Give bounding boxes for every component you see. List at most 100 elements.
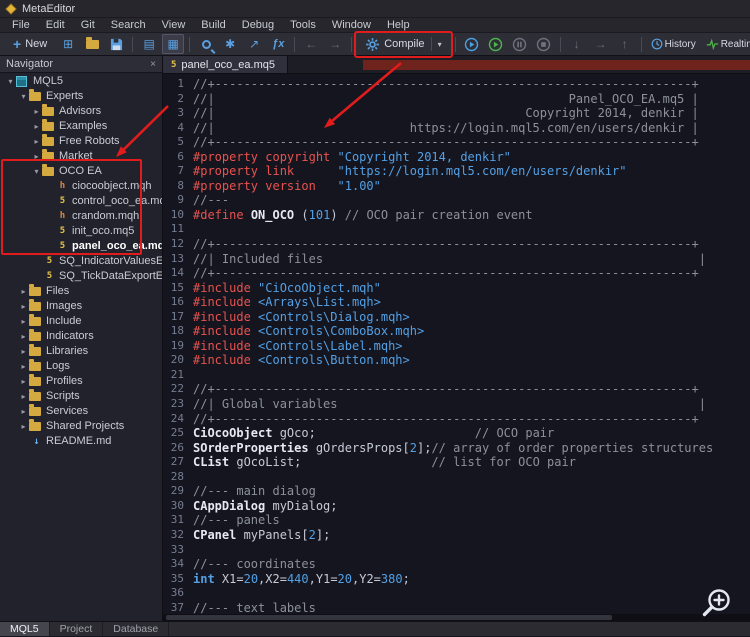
back-button[interactable]: ←	[300, 34, 322, 54]
scrollbar-thumb[interactable]	[166, 615, 613, 620]
expand-icon[interactable]: ▸	[31, 149, 42, 164]
tree-item-control-oco-ea-mq5[interactable]: 5 control_oco_ea.mq5	[0, 194, 162, 209]
code-line-15[interactable]: 15 #include "CiOcoObject.mqh"	[165, 281, 750, 296]
code-line-28[interactable]: 28	[165, 470, 750, 485]
close-icon[interactable]: ×	[150, 59, 156, 70]
menu-view[interactable]: View	[154, 18, 194, 33]
code-line-31[interactable]: 31 //--- panels	[165, 513, 750, 528]
code-line-25[interactable]: 25 CiOcoObject gOco; // OCO pair	[165, 426, 750, 441]
history-button[interactable]: History	[647, 34, 700, 54]
tree-item-examples[interactable]: ▸ Examples	[0, 119, 162, 134]
expand-icon[interactable]: ▸	[18, 389, 29, 404]
step-over-button[interactable]: →	[590, 34, 612, 54]
styler-button[interactable]: ✱	[219, 34, 241, 54]
goto-button[interactable]: ↗	[243, 34, 265, 54]
tree-item-experts[interactable]: ▾ Experts	[0, 89, 162, 104]
code-line-33[interactable]: 33	[165, 543, 750, 558]
code-line-6[interactable]: 6 #property copyright "Copyright 2014, de…	[165, 150, 750, 165]
code-line-9[interactable]: 9 //---	[165, 193, 750, 208]
tree-item-logs[interactable]: ▸ Logs	[0, 359, 162, 374]
code-line-10[interactable]: 10 #define ON_OCO (101) // OCO pair creat…	[165, 208, 750, 223]
tree-item-free-robots[interactable]: ▸ Free Robots	[0, 134, 162, 149]
new-project-button[interactable]: ⊞	[57, 34, 79, 54]
search-button[interactable]	[195, 34, 217, 54]
debug-start-button[interactable]	[461, 34, 483, 54]
expand-icon[interactable]: ▸	[18, 344, 29, 359]
expand-icon[interactable]: ▸	[18, 359, 29, 374]
expand-icon[interactable]: ▸	[18, 419, 29, 434]
menu-edit[interactable]: Edit	[38, 18, 73, 33]
forward-button[interactable]: →	[324, 34, 346, 54]
code-line-17[interactable]: 17 #include <Controls\Dialog.mqh>	[165, 310, 750, 325]
tree-item-ciocoobject-mqh[interactable]: h ciocoobject.mqh	[0, 179, 162, 194]
tree-item-images[interactable]: ▸ Images	[0, 299, 162, 314]
stop-button[interactable]	[533, 34, 555, 54]
code-line-20[interactable]: 20 #include <Controls\Button.mqh>	[165, 353, 750, 368]
tree-item-crandom-mqh[interactable]: h crandom.mqh	[0, 209, 162, 224]
tree-item-include[interactable]: ▸ Include	[0, 314, 162, 329]
code-line-32[interactable]: 32 CPanel myPanels[2];	[165, 528, 750, 543]
tree-item-libraries[interactable]: ▸ Libraries	[0, 344, 162, 359]
pause-button[interactable]	[509, 34, 531, 54]
debug-history-button[interactable]	[485, 34, 507, 54]
expand-icon[interactable]: ▸	[31, 134, 42, 149]
tree-item-scripts[interactable]: ▸ Scripts	[0, 389, 162, 404]
menu-help[interactable]: Help	[379, 18, 418, 33]
tree-item-oco-ea[interactable]: ▾ OCO EA	[0, 164, 162, 179]
menu-window[interactable]: Window	[324, 18, 379, 33]
code-line-21[interactable]: 21	[165, 368, 750, 383]
menu-tools[interactable]: Tools	[282, 18, 324, 33]
code-editor[interactable]: 1 //+------------------------------------…	[163, 74, 750, 614]
expand-icon[interactable]: ▸	[18, 284, 29, 299]
expand-icon[interactable]: ▸	[18, 299, 29, 314]
code-line-14[interactable]: 14 //+-----------------------------------…	[165, 266, 750, 281]
collapse-icon[interactable]: ▾	[5, 74, 16, 89]
tree-item-files[interactable]: ▸ Files	[0, 284, 162, 299]
menu-build[interactable]: Build	[193, 18, 233, 33]
tree-item-shared-projects[interactable]: ▸ Shared Projects	[0, 419, 162, 434]
code-line-12[interactable]: 12 //+-----------------------------------…	[165, 237, 750, 252]
tree-item-init-oco-mq5[interactable]: 5 init_oco.mq5	[0, 224, 162, 239]
code-line-37[interactable]: 37 //--- text labels	[165, 601, 750, 614]
status-tab-mql5[interactable]: MQL5	[0, 622, 50, 636]
code-line-36[interactable]: 36	[165, 586, 750, 601]
tree-item-mql5[interactable]: ▾ MQL5	[0, 74, 162, 89]
collapse-icon[interactable]: ▾	[31, 164, 42, 179]
code-line-30[interactable]: 30 CAppDialog myDialog;	[165, 499, 750, 514]
tree-item-advisors[interactable]: ▸ Advisors	[0, 104, 162, 119]
code-line-18[interactable]: 18 #include <Controls\ComboBox.mqh>	[165, 324, 750, 339]
new-button[interactable]: + New	[5, 34, 55, 54]
menu-search[interactable]: Search	[103, 18, 154, 33]
realtime-button[interactable]: Realtime	[702, 34, 750, 54]
code-line-1[interactable]: 1 //+------------------------------------…	[165, 77, 750, 92]
code-line-23[interactable]: 23 //| Global variables |	[165, 397, 750, 412]
tree-item-services[interactable]: ▸ Services	[0, 404, 162, 419]
tree-item-sq-tickdataexportea-mq5[interactable]: 5 SQ_TickDataExportEA.mq5	[0, 269, 162, 284]
tree-item-panel-oco-ea-mq5[interactable]: 5 panel_oco_ea.mq5	[0, 239, 162, 254]
menu-git[interactable]: Git	[73, 18, 103, 33]
expand-icon[interactable]: ▸	[18, 404, 29, 419]
code-line-2[interactable]: 2 //| Panel_OCO_EA.mq5 |	[165, 92, 750, 107]
code-line-16[interactable]: 16 #include <Arrays\List.mqh>	[165, 295, 750, 310]
code-line-4[interactable]: 4 //| https://login.mql5.com/en/users/den…	[165, 121, 750, 136]
code-line-11[interactable]: 11	[165, 222, 750, 237]
code-line-8[interactable]: 8 #property version "1.00"	[165, 179, 750, 194]
code-line-7[interactable]: 7 #property link "https://login.mql5.com/…	[165, 164, 750, 179]
code-line-34[interactable]: 34 //--- coordinates	[165, 557, 750, 572]
horizontal-scrollbar[interactable]	[163, 614, 750, 621]
editor-tab-panel-oco-ea[interactable]: 5 panel_oco_ea.mq5	[163, 56, 288, 73]
insert-function-button[interactable]: ƒx	[267, 34, 289, 54]
save-button[interactable]	[105, 34, 127, 54]
tree-item-profiles[interactable]: ▸ Profiles	[0, 374, 162, 389]
status-tab-project[interactable]: Project	[50, 622, 104, 636]
menu-file[interactable]: File	[4, 18, 38, 33]
toggle-toolbox-button[interactable]: ▦	[162, 34, 185, 54]
tree-item-market[interactable]: ▸ Market	[0, 149, 162, 164]
compile-button[interactable]: Compile ▾	[354, 31, 453, 58]
toggle-navigator-button[interactable]: ▤	[138, 34, 160, 54]
code-line-5[interactable]: 5 //+------------------------------------…	[165, 135, 750, 150]
expand-icon[interactable]: ▸	[18, 314, 29, 329]
collapse-icon[interactable]: ▾	[18, 89, 29, 104]
code-line-3[interactable]: 3 //| Copyright 2014, denkir |	[165, 106, 750, 121]
expand-icon[interactable]: ▸	[31, 104, 42, 119]
